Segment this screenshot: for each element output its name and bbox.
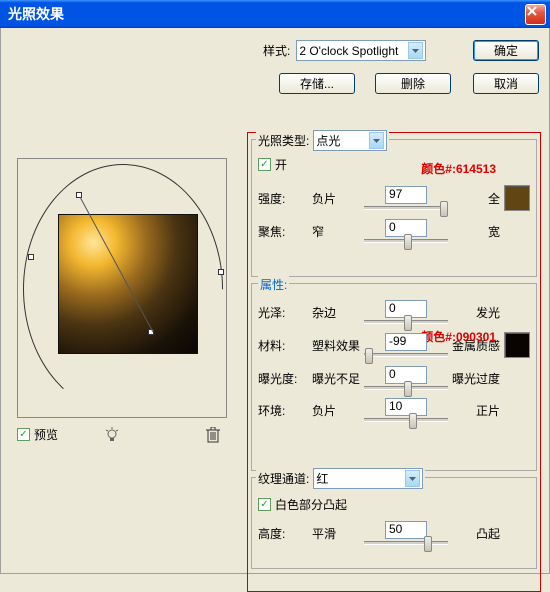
ambience-input[interactable]: 10 <box>385 398 427 416</box>
ambience-label: 环境: <box>258 402 312 419</box>
white-high-checkbox[interactable]: ✓ 白色部分凸起 <box>258 496 530 513</box>
close-button[interactable] <box>525 4 546 25</box>
height-slider[interactable] <box>364 541 448 545</box>
material-input[interactable]: -99 <box>385 333 427 351</box>
store-button[interactable]: 存储... <box>279 73 355 94</box>
texture-select[interactable]: 红 <box>313 468 423 489</box>
texture-label: 纹理通道: <box>258 470 309 487</box>
style-select[interactable]: 2 O'clock Spotlight <box>296 40 426 61</box>
focus-slider[interactable] <box>364 239 448 243</box>
light-color-swatch[interactable] <box>504 185 530 211</box>
exposure-label: 曝光度: <box>258 370 312 387</box>
preview-checkbox[interactable]: ✓ 预览 <box>17 426 58 443</box>
focus-label: 聚焦: <box>258 223 312 240</box>
style-label: 样式: <box>263 42 290 59</box>
ok-button[interactable]: 确定 <box>473 40 539 61</box>
chevron-down-icon <box>408 42 423 59</box>
ambience-slider[interactable] <box>364 418 448 422</box>
bulb-icon[interactable] <box>104 427 120 443</box>
chevron-down-icon <box>405 470 420 487</box>
exposure-slider[interactable] <box>364 386 448 390</box>
props-legend: 属性: <box>258 276 289 293</box>
light-type-select[interactable]: 点光 <box>313 130 387 151</box>
height-input[interactable]: 50 <box>385 521 427 539</box>
gloss-slider[interactable] <box>364 320 448 324</box>
preview-label: 预览 <box>34 426 58 443</box>
chevron-down-icon <box>369 132 384 149</box>
style-value: 2 O'clock Spotlight <box>299 44 398 58</box>
preview-canvas[interactable] <box>17 158 227 418</box>
window-title: 光照效果 <box>8 4 525 24</box>
light-type-label: 光照类型: <box>258 132 309 149</box>
intensity-slider[interactable] <box>364 206 448 210</box>
intensity-label: 强度: <box>258 190 312 207</box>
trash-icon[interactable] <box>206 427 220 443</box>
gloss-label: 光泽: <box>258 304 312 321</box>
height-label: 高度: <box>258 525 312 542</box>
material-label: 材料: <box>258 337 312 354</box>
cancel-button[interactable]: 取消 <box>473 73 539 94</box>
delete-button[interactable]: 删除 <box>375 73 451 94</box>
material-slider[interactable] <box>364 353 448 357</box>
ambient-color-swatch[interactable] <box>504 332 530 358</box>
intensity-input[interactable]: 97 <box>385 186 427 204</box>
